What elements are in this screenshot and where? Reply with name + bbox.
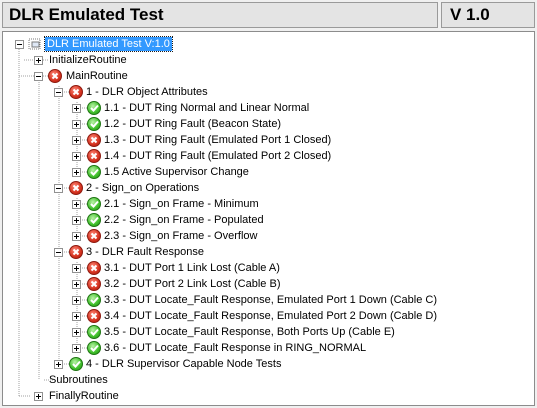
tree-node-group2[interactable]: 2 - Sign_on Operations [86,181,199,195]
tree-node-test-3-6[interactable]: 3.6 - DUT Locate_Fault Response in RING_… [104,341,366,355]
test-tree[interactable]: DLR Emulated Test V:1.0 InitializeRoutin… [2,31,535,406]
item-2-3-expand-toggle[interactable] [72,232,81,241]
x-icon [87,229,101,243]
x-icon [87,261,101,275]
tree-node-subroutines[interactable]: Subroutines [49,373,108,387]
x-icon [69,245,83,259]
group4-expand-toggle[interactable] [54,360,63,369]
item-2-1-expand-toggle[interactable] [72,200,81,209]
group1-collapse-toggle[interactable] [54,88,63,97]
finally-expand-toggle[interactable] [34,392,43,401]
tree-node-test-1-4[interactable]: 1.4 - DUT Ring Fault (Emulated Port 2 Cl… [104,149,331,163]
tree-node-test-2-1[interactable]: 2.1 - Sign_on Frame - Minimum [104,197,259,211]
tree-node-test-1-5[interactable]: 1.5 Active Supervisor Change [104,165,249,179]
check-icon [87,325,101,339]
check-icon [87,165,101,179]
item-1-5-expand-toggle[interactable] [72,168,81,177]
item-1-1-expand-toggle[interactable] [72,104,81,113]
tree-node-initialize-routine[interactable]: InitializeRoutine [49,53,127,67]
x-icon [69,85,83,99]
item-1-2-expand-toggle[interactable] [72,120,81,129]
test-suite-icon [28,37,42,51]
x-icon [87,133,101,147]
title-box: DLR Emulated Test [2,2,438,28]
tree-node-group4[interactable]: 4 - DLR Supervisor Capable Node Tests [86,357,281,371]
item-2-2-expand-toggle[interactable] [72,216,81,225]
tree-node-test-1-3[interactable]: 1.3 - DUT Ring Fault (Emulated Port 1 Cl… [104,133,331,147]
item-3-4-expand-toggle[interactable] [72,312,81,321]
check-icon [87,213,101,227]
tree-node-root[interactable]: DLR Emulated Test V:1.0 [44,36,173,52]
check-icon [87,117,101,131]
tree-node-test-3-3[interactable]: 3.3 - DUT Locate_Fault Response, Emulate… [104,293,437,307]
header-bar: DLR Emulated Test V 1.0 [0,0,537,31]
tree-node-test-3-5[interactable]: 3.5 - DUT Locate_Fault Response, Both Po… [104,325,395,339]
version-box: V 1.0 [441,2,535,28]
tree-node-group3[interactable]: 3 - DLR Fault Response [86,245,204,259]
check-icon [87,293,101,307]
version-label: V 1.0 [450,5,490,24]
check-icon [87,101,101,115]
item-3-3-expand-toggle[interactable] [72,296,81,305]
tree-node-group1[interactable]: 1 - DLR Object Attributes [86,85,208,99]
x-icon [87,149,101,163]
initialize-expand-toggle[interactable] [34,56,43,65]
x-icon [87,309,101,323]
x-icon [48,69,62,83]
tree-node-test-3-4[interactable]: 3.4 - DUT Locate_Fault Response, Emulate… [104,309,437,323]
item-3-6-expand-toggle[interactable] [72,344,81,353]
check-icon [69,357,83,371]
tree-node-test-1-1[interactable]: 1.1 - DUT Ring Normal and Linear Normal [104,101,309,115]
tree-node-test-3-1[interactable]: 3.1 - DUT Port 1 Link Lost (Cable A) [104,261,280,275]
group3-collapse-toggle[interactable] [54,248,63,257]
tree-node-main-routine[interactable]: MainRoutine [66,69,128,83]
item-3-2-expand-toggle[interactable] [72,280,81,289]
item-1-3-expand-toggle[interactable] [72,136,81,145]
check-icon [87,197,101,211]
tree-node-test-2-2[interactable]: 2.2 - Sign_on Frame - Populated [104,213,264,227]
item-3-5-expand-toggle[interactable] [72,328,81,337]
tree-node-test-2-3[interactable]: 2.3 - Sign_on Frame - Overflow [104,229,257,243]
check-icon [87,341,101,355]
item-1-4-expand-toggle[interactable] [72,152,81,161]
group2-collapse-toggle[interactable] [54,184,63,193]
tree-node-finally-routine[interactable]: FinallyRoutine [49,389,119,403]
main-collapse-toggle[interactable] [34,72,43,81]
root-collapse-toggle[interactable] [15,40,24,49]
tree-node-test-1-2[interactable]: 1.2 - DUT Ring Fault (Beacon State) [104,117,281,131]
page-title: DLR Emulated Test [9,5,164,24]
item-3-1-expand-toggle[interactable] [72,264,81,273]
x-icon [87,277,101,291]
x-icon [69,181,83,195]
tree-node-test-3-2[interactable]: 3.2 - DUT Port 2 Link Lost (Cable B) [104,277,280,291]
